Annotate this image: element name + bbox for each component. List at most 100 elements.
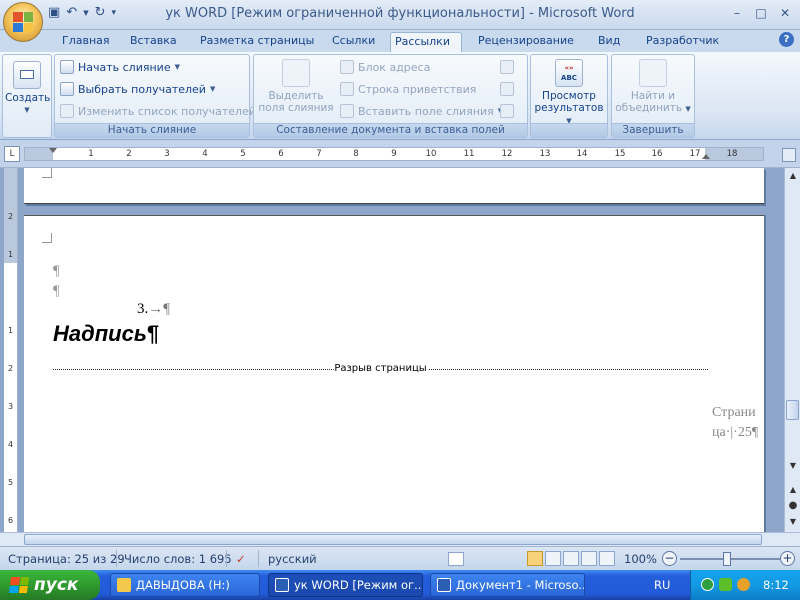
- paragraph-mark: ¶: [53, 263, 60, 279]
- antivirus-icon[interactable]: [719, 578, 732, 591]
- maximize-button[interactable]: □: [750, 4, 772, 22]
- group-preview: «» ABC Просмотр результатов ▼: [530, 54, 608, 138]
- highlight-line2: поля слияния: [258, 102, 334, 114]
- tab-page-layout[interactable]: Разметка страницы: [196, 32, 318, 52]
- scroll-up-icon[interactable]: ▲: [787, 170, 799, 182]
- zoom-out-icon[interactable]: −: [662, 551, 677, 566]
- horizontal-scroll-thumb[interactable]: [24, 534, 762, 545]
- match-fields-button[interactable]: [500, 80, 514, 98]
- preview-results-button[interactable]: «» ABC Просмотр результатов ▼: [533, 59, 605, 127]
- group-label-finish: Завершить: [612, 123, 694, 137]
- greeting-line-icon: [340, 82, 354, 96]
- task-label: ук WORD [Режим ог...: [294, 578, 423, 592]
- insert-merge-field-button[interactable]: Вставить поле слияния ▼: [340, 102, 503, 120]
- macro-record-icon[interactable]: [448, 552, 464, 566]
- vertical-scrollbar[interactable]: ▲ ▼ ▲ ● ▼: [784, 168, 800, 532]
- group-finish: Найти и объединить ▼ Завершить: [611, 54, 695, 138]
- ruler-number: 7: [316, 149, 322, 159]
- create-button[interactable]: Создать ▼: [5, 61, 51, 116]
- update-labels-button[interactable]: [500, 102, 514, 120]
- zoom-in-icon[interactable]: +: [780, 551, 795, 566]
- horizontal-ruler[interactable]: 1 2 3 4 5 6 7 8 9 10 11 12 13 14 15 16 1…: [24, 147, 764, 161]
- ruler-number: 17: [689, 149, 701, 159]
- tab-home[interactable]: Главная: [58, 32, 114, 52]
- office-logo-icon: [13, 12, 33, 32]
- tab-developer[interactable]: Разработчик: [642, 32, 723, 52]
- start-merge-button[interactable]: Начать слияние ▼: [60, 58, 180, 76]
- outline-view-button[interactable]: [581, 551, 597, 566]
- first-line-indent-marker[interactable]: [49, 148, 57, 153]
- tab-mailings[interactable]: Рассылки: [390, 32, 462, 52]
- status-bar: Страница: 25 из 29 Число слов: 1 695 ✓ р…: [0, 546, 800, 570]
- web-layout-view-button[interactable]: [563, 551, 579, 566]
- task-explorer-davydova[interactable]: ДАВЫДОВА (H:): [110, 573, 260, 597]
- ruler-number: 4: [7, 440, 14, 449]
- help-icon[interactable]: ?: [779, 32, 794, 47]
- tab-view[interactable]: Вид: [594, 32, 624, 52]
- task-word-uk[interactable]: ук WORD [Режим ог...: [268, 573, 423, 597]
- word-count[interactable]: Число слов: 1 695: [124, 552, 232, 566]
- greeting-line-button[interactable]: Строка приветствия: [340, 80, 476, 98]
- insert-merge-field-label: Вставить поле слияния: [358, 104, 494, 118]
- tab-references[interactable]: Ссылки: [328, 32, 379, 52]
- draft-view-button[interactable]: [599, 551, 615, 566]
- document-page[interactable]: ¶ ¶ 3.→¶ Надпись¶ Разрыв страницы Страни…: [24, 215, 764, 532]
- rules-icon: [500, 60, 514, 74]
- close-button[interactable]: ✕: [774, 4, 796, 22]
- clock[interactable]: 8:12: [763, 578, 789, 592]
- scroll-down-icon[interactable]: ▼: [787, 460, 799, 472]
- edit-recipient-list-button[interactable]: Изменить список получателей: [60, 102, 256, 120]
- browse-object-icon[interactable]: ●: [787, 500, 799, 512]
- abc-badge: ABC: [561, 74, 577, 82]
- start-merge-label: Начать слияние: [78, 60, 171, 74]
- full-screen-reading-view-button[interactable]: [545, 551, 561, 566]
- ruler-number: 6: [278, 149, 284, 159]
- language-indicator[interactable]: русский: [268, 552, 317, 566]
- right-indent-marker[interactable]: [702, 154, 710, 159]
- page-count[interactable]: Страница: 25 из 29: [8, 552, 125, 566]
- ruler-number: 6: [7, 516, 14, 525]
- tab-insert[interactable]: Вставка: [126, 32, 181, 52]
- minimize-button[interactable]: –: [726, 4, 748, 22]
- ruler-number: 5: [7, 478, 14, 487]
- task-word-document1[interactable]: Документ1 - Microso...: [430, 573, 585, 597]
- ruler-number: 16: [651, 149, 663, 159]
- margin-note-line2: ца·|·25¶: [712, 425, 759, 440]
- group-create: Создать ▼: [2, 54, 52, 138]
- view-ruler-button[interactable]: [782, 148, 796, 162]
- input-language-indicator[interactable]: RU: [654, 578, 670, 592]
- ribbon: Создать ▼ Начать слияние ▼ Выбрать получ…: [0, 52, 800, 140]
- ruler-number: 12: [501, 149, 513, 159]
- previous-page-icon[interactable]: ▲: [787, 484, 799, 496]
- office-button[interactable]: [3, 2, 43, 42]
- vertical-ruler[interactable]: 2 1 1 2 3 4 5 6: [4, 168, 18, 532]
- highlight-fields-icon: [282, 59, 310, 87]
- ruler-number: 15: [614, 149, 626, 159]
- create-label: Создать: [5, 92, 51, 104]
- spelling-check-icon[interactable]: ✓: [236, 552, 246, 566]
- zoom-slider-thumb[interactable]: [723, 552, 731, 566]
- system-tray: 8:12: [690, 570, 800, 600]
- vertical-scroll-thumb[interactable]: [786, 400, 799, 420]
- chevron-down-icon: ▼: [24, 106, 30, 114]
- next-page-icon[interactable]: ▼: [787, 516, 799, 528]
- volume-icon[interactable]: [737, 578, 750, 591]
- finish-merge-button[interactable]: Найти и объединить ▼: [614, 59, 692, 115]
- zoom-level[interactable]: 100%: [624, 552, 657, 566]
- start-button[interactable]: пуск: [0, 570, 100, 600]
- ruler-number: 11: [463, 149, 475, 159]
- tab-review[interactable]: Рецензирование: [474, 32, 578, 52]
- highlight-merge-fields-button[interactable]: Выделить поля слияния: [256, 59, 336, 114]
- windows-flag-icon: [8, 577, 30, 593]
- network-icon[interactable]: [701, 578, 714, 591]
- word-doc-icon: [275, 578, 289, 592]
- group-label-start-merge: Начать слияние: [55, 123, 249, 137]
- preview-line2: результатов: [534, 102, 604, 114]
- address-block-button[interactable]: Блок адреса: [340, 58, 430, 76]
- tab-selector[interactable]: L: [4, 146, 20, 162]
- print-layout-view-button[interactable]: [527, 551, 543, 566]
- horizontal-scrollbar[interactable]: [0, 532, 800, 546]
- tab-mark: →: [148, 301, 164, 317]
- select-recipients-button[interactable]: Выбрать получателей ▼: [60, 80, 215, 98]
- rules-button[interactable]: [500, 58, 514, 76]
